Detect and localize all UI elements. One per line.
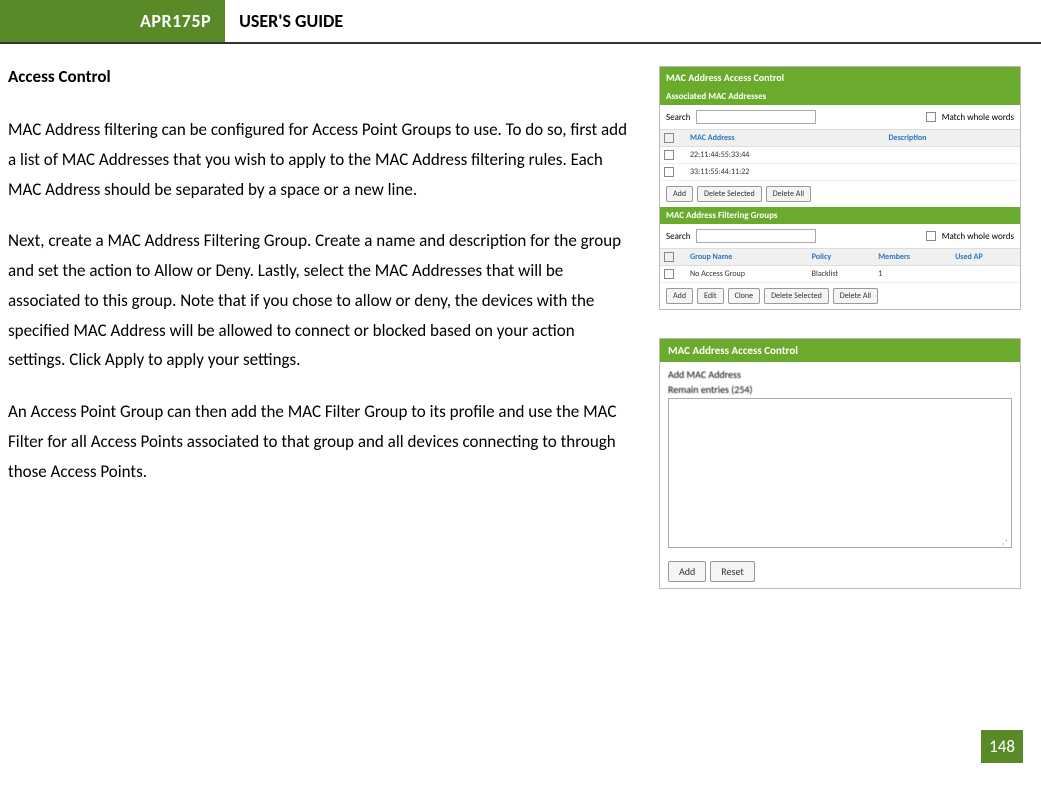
desc-cell	[885, 164, 1020, 181]
table-row[interactable]: 33:11:55:44:11:22	[660, 164, 1020, 181]
usedap-cell	[951, 266, 1020, 283]
table-row[interactable]: 22:11:44:55:33:44	[660, 147, 1020, 164]
mac-cell: 22:11:44:55:33:44	[686, 147, 885, 164]
members-cell: 1	[874, 266, 951, 283]
delete-selected-button[interactable]: Delete Selected	[697, 186, 762, 202]
match-whole-words-label: Match whole words	[942, 112, 1014, 123]
mac-cell: 33:11:55:44:11:22	[686, 164, 885, 181]
section-title: Access Control	[8, 66, 635, 87]
select-all-checkbox[interactable]	[664, 133, 674, 143]
add-mac-label: Add MAC Address	[668, 368, 1012, 381]
clone-group-button[interactable]: Clone	[728, 288, 761, 304]
search-label: Search	[666, 231, 690, 242]
add-button[interactable]: Add	[666, 186, 693, 202]
filter-groups-table: Group Name Policy Members Used AP No Acc…	[660, 248, 1020, 283]
row-checkbox[interactable]	[664, 150, 674, 160]
match-whole-words-label-2: Match whole words	[942, 231, 1014, 242]
page-number: 148	[981, 730, 1023, 763]
panel1-title: MAC Address Access Control	[660, 67, 1020, 88]
panel1-assoc-title: Associated MAC Addresses	[660, 88, 1020, 105]
delete-all-button[interactable]: Delete All	[766, 186, 811, 202]
remain-entries-label: Remain entries (254)	[668, 383, 1012, 396]
col-policy: Policy	[808, 249, 875, 266]
search-label: Search	[666, 112, 690, 123]
col-mac: MAC Address	[686, 130, 885, 147]
assoc-mac-table: MAC Address Description 22:11:44:55:33:4…	[660, 129, 1020, 181]
screenshot-access-control-panel: MAC Address Access Control Associated MA…	[659, 66, 1021, 310]
screenshot-add-mac-panel: MAC Address Access Control Add MAC Addre…	[659, 338, 1021, 589]
product-name: APR175P	[0, 0, 225, 42]
mac-address-textarea[interactable]	[668, 398, 1012, 548]
table-row[interactable]: No Access Group Blacklist 1	[660, 266, 1020, 283]
match-whole-words-checkbox[interactable]	[926, 112, 936, 122]
col-members: Members	[874, 249, 951, 266]
desc-cell	[885, 147, 1020, 164]
add-button[interactable]: Add	[668, 561, 706, 582]
search-input[interactable]	[696, 110, 816, 124]
col-group-name: Group Name	[686, 249, 808, 266]
search-input-groups[interactable]	[696, 229, 816, 243]
col-desc: Description	[885, 130, 1020, 147]
group-name-cell: No Access Group	[686, 266, 808, 283]
match-whole-words-checkbox-2[interactable]	[926, 231, 936, 241]
col-usedap: Used AP	[951, 249, 1020, 266]
panel1-groups-title: MAC Address Filtering Groups	[660, 207, 1020, 224]
paragraph-3: An Access Point Group can then add the M…	[8, 397, 635, 486]
row-checkbox[interactable]	[664, 167, 674, 177]
policy-cell: Blacklist	[808, 266, 875, 283]
reset-button[interactable]: Reset	[710, 561, 754, 582]
panel2-title: MAC Address Access Control	[660, 339, 1020, 362]
guide-title: USER'S GUIDE	[225, 0, 1041, 42]
paragraph-1: MAC Address filtering can be configured …	[8, 115, 635, 204]
row-checkbox[interactable]	[664, 269, 674, 279]
add-group-button[interactable]: Add	[666, 288, 693, 304]
page-header: APR175P USER'S GUIDE	[0, 0, 1041, 44]
select-all-groups-checkbox[interactable]	[664, 252, 674, 262]
delete-selected-group-button[interactable]: Delete Selected	[764, 288, 829, 304]
edit-group-button[interactable]: Edit	[697, 288, 724, 304]
delete-all-group-button[interactable]: Delete All	[833, 288, 878, 304]
paragraph-2: Next, create a MAC Address Filtering Gro…	[8, 226, 635, 375]
